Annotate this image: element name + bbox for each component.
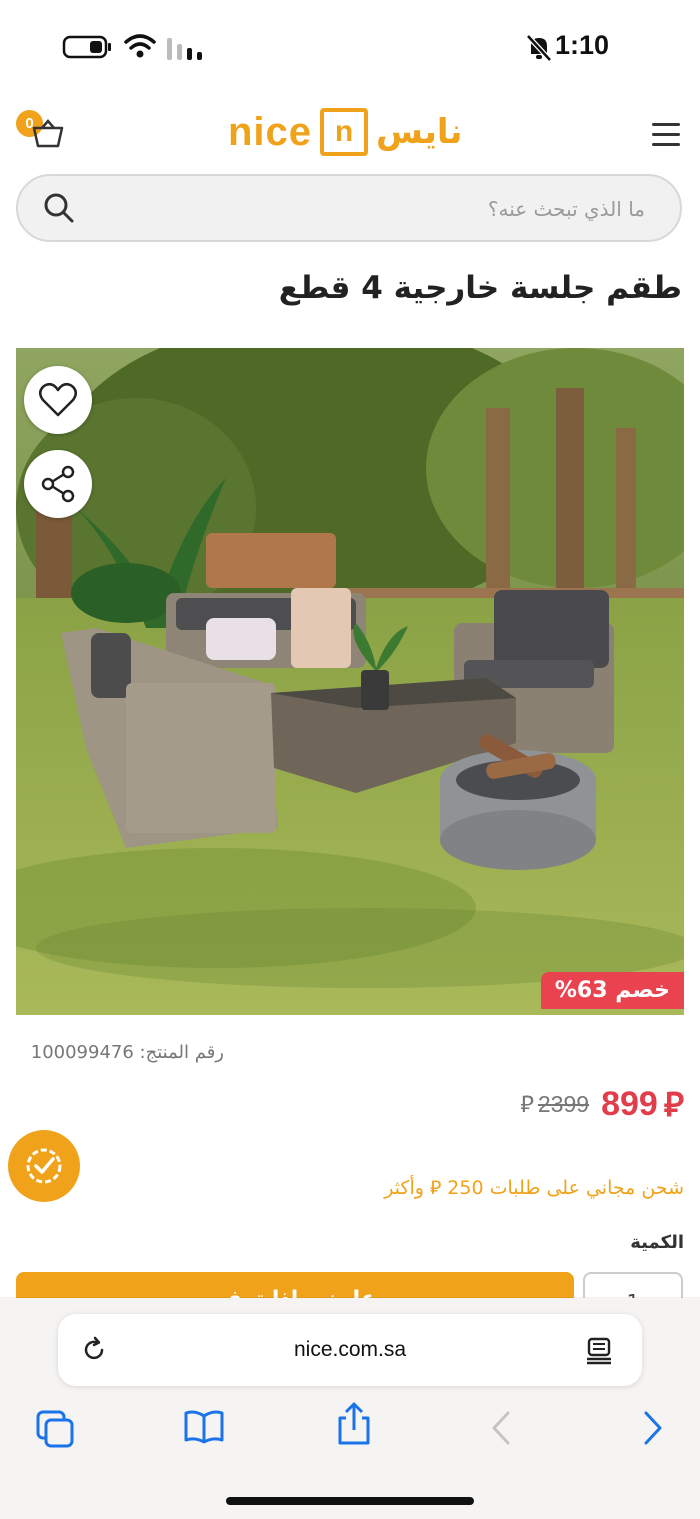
brand-logo[interactable]: nice n نايس: [228, 108, 462, 156]
basket-icon[interactable]: [30, 118, 66, 150]
riyal-icon: ⃁: [663, 1086, 684, 1124]
reader-icon[interactable]: [584, 1336, 614, 1366]
price-new: ⃁ 899: [601, 1082, 684, 1126]
status-bar: 1:10: [0, 0, 700, 90]
hamburger-icon[interactable]: [650, 120, 682, 150]
search-input[interactable]: [98, 186, 647, 232]
logo-text-ar: نايس: [376, 112, 463, 152]
product-title: طقم جلسة خارجية 4 قطع: [278, 270, 682, 306]
share-sheet-icon[interactable]: [336, 1402, 372, 1446]
riyal-icon: ⃁: [520, 1090, 534, 1117]
shipping-note: شحن مجاني على طلبات 250 ⃁ وأكثر: [384, 1177, 684, 1199]
wifi-icon: [124, 34, 156, 58]
bell-muted-icon: [526, 34, 552, 62]
badge-check-icon[interactable]: [8, 1130, 80, 1202]
reload-icon[interactable]: [80, 1336, 108, 1364]
search-bar[interactable]: [16, 174, 682, 242]
forward-icon[interactable]: [642, 1410, 664, 1446]
url-text[interactable]: nice.com.sa: [58, 1314, 642, 1386]
quantity-label: الكمية: [630, 1232, 684, 1253]
heart-icon: [39, 382, 77, 417]
product-image[interactable]: [16, 348, 684, 1015]
logo-mark: n: [320, 108, 369, 156]
back-icon[interactable]: [490, 1410, 512, 1446]
price-old-value: 2399: [537, 1090, 590, 1117]
price-row: ⃁ 899 2399 ⃁: [520, 1082, 684, 1126]
tabs-icon[interactable]: [36, 1410, 74, 1448]
wishlist-button[interactable]: [24, 366, 92, 434]
share-button[interactable]: [24, 450, 92, 518]
check-badge-icon: [26, 1148, 62, 1184]
address-bar[interactable]: nice.com.sa: [58, 1314, 642, 1386]
status-time: 1:10: [555, 30, 610, 60]
search-icon[interactable]: [42, 191, 76, 225]
signal-icon: [167, 38, 202, 60]
share-icon: [41, 465, 75, 503]
home-indicator: [226, 1497, 474, 1505]
logo-text-en: nice: [228, 109, 313, 154]
price-old: 2399 ⃁: [520, 1090, 589, 1119]
battery-icon: [62, 35, 111, 59]
discount-badge: خصم 63%: [540, 972, 684, 1009]
product-sku: رقم المنتج: 100099476: [30, 1042, 224, 1063]
price-new-value: 899: [601, 1084, 658, 1123]
bookmarks-icon[interactable]: [183, 1410, 225, 1444]
product-photo: [16, 348, 684, 1015]
